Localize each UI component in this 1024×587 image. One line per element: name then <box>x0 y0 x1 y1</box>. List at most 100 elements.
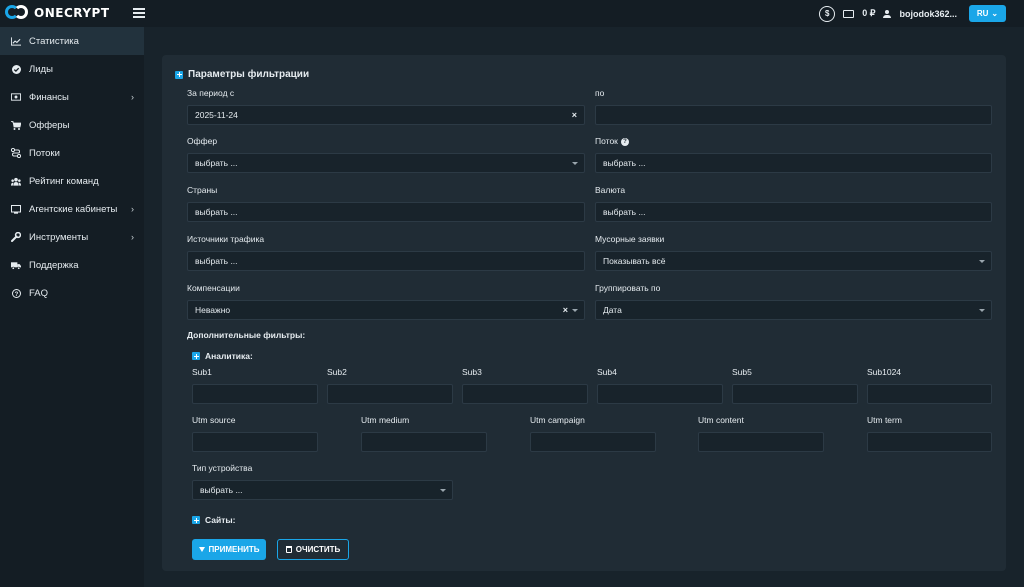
device-type-select[interactable]: выбрать ... <box>192 480 453 500</box>
utm-campaign-label: Utm campaign <box>530 415 585 425</box>
sources-select[interactable]: выбрать ... <box>187 251 585 271</box>
help-icon[interactable]: ? <box>620 137 629 146</box>
clear-button[interactable]: ОЧИСТИТЬ <box>277 539 349 560</box>
panel-title[interactable]: Параметры фильтрации <box>175 69 309 80</box>
sidebar-item-label: Офферы <box>29 119 70 131</box>
sub1024-input[interactable] <box>867 384 992 404</box>
chart-line-icon <box>11 36 21 46</box>
compensation-label: Компенсации <box>187 283 240 293</box>
route-icon <box>11 148 21 158</box>
stream-select[interactable]: выбрать ... <box>595 153 992 173</box>
logo[interactable]: ONECRYPT <box>5 5 110 21</box>
currency-value: выбрать ... <box>603 207 646 217</box>
sub5-input[interactable] <box>732 384 858 404</box>
sites-toggle[interactable]: Сайты: <box>192 515 235 525</box>
countries-select[interactable]: выбрать ... <box>187 202 585 222</box>
compensation-select[interactable]: Неважно × <box>187 300 585 320</box>
logo-text: ONECRYPT <box>34 6 110 20</box>
sidebar-item-finance[interactable]: Финансы › <box>0 83 144 111</box>
analytics-label: Аналитика: <box>205 351 253 361</box>
language-label: RU <box>976 9 989 18</box>
sidebar-item-label: Потоки <box>29 147 60 159</box>
group-by-select[interactable]: Дата <box>595 300 992 320</box>
sub4-label: Sub4 <box>597 367 617 377</box>
sidebar-item-tools[interactable]: Инструменты › <box>0 223 144 251</box>
apply-button[interactable]: ПРИМЕНИТЬ <box>192 539 266 560</box>
sub3-input[interactable] <box>462 384 588 404</box>
check-circle-icon <box>11 64 21 74</box>
chevron-right-icon: › <box>131 232 134 242</box>
truck-icon <box>11 260 21 270</box>
sub2-label: Sub2 <box>327 367 347 377</box>
trash-select[interactable]: Показывать всё <box>595 251 992 271</box>
analytics-toggle[interactable]: Аналитика: <box>192 351 253 361</box>
sidebar-item-faq[interactable]: ? FAQ <box>0 279 144 307</box>
sources-value: выбрать ... <box>195 256 238 266</box>
caret-down-icon <box>440 489 446 492</box>
sidebar-item-label: Рейтинг команд <box>29 175 99 187</box>
sidebar-item-support[interactable]: Поддержка <box>0 251 144 279</box>
balance: 0 ₽ <box>862 8 876 18</box>
sub3-label: Sub3 <box>462 367 482 377</box>
offer-select[interactable]: выбрать ... <box>187 153 585 173</box>
apply-label: ПРИМЕНИТЬ <box>208 545 260 554</box>
period-to-input[interactable] <box>595 105 992 125</box>
sidebar-item-label: Финансы <box>29 91 69 103</box>
sub5-label: Sub5 <box>732 367 752 377</box>
user-icon <box>883 9 892 18</box>
countries-label: Страны <box>187 185 218 195</box>
sub4-input[interactable] <box>597 384 723 404</box>
sidebar-item-label: Агентские кабинеты <box>29 203 118 215</box>
trash-value: Показывать всё <box>603 256 666 266</box>
extra-filters-label: Дополнительные фильтры: <box>187 330 306 340</box>
sidebar-item-label: FAQ <box>29 287 49 299</box>
sidebar-item-offers[interactable]: Офферы <box>0 111 144 139</box>
utm-content-input[interactable] <box>698 432 824 452</box>
utm-term-label: Utm term <box>867 415 902 425</box>
compensation-value: Неважно <box>195 305 231 315</box>
sidebar-item-team-rating[interactable]: Рейтинг команд <box>0 167 144 195</box>
caret-down-icon <box>572 309 578 312</box>
sidebar-item-label: Инструменты <box>29 231 89 243</box>
filter-icon <box>198 547 205 552</box>
period-from-label: За период с <box>187 88 235 98</box>
stream-label-text: Поток <box>595 136 618 146</box>
language-button[interactable]: RU ⌄ <box>969 5 1006 22</box>
clear-icon[interactable]: × <box>572 110 577 120</box>
period-from-value: 2025-11-24 <box>195 110 238 120</box>
currency-exchange-icon[interactable]: $ <box>819 5 836 22</box>
sidebar-item-leads[interactable]: Лиды <box>0 55 144 83</box>
expand-icon <box>192 352 200 360</box>
expand-icon <box>175 70 183 79</box>
money-icon <box>11 92 21 102</box>
svg-text:?: ? <box>14 291 18 297</box>
utm-source-input[interactable] <box>192 432 318 452</box>
chevron-right-icon: › <box>131 204 134 214</box>
sub2-input[interactable] <box>327 384 453 404</box>
sidebar-item-agency-cabinets[interactable]: Агентские кабинеты › <box>0 195 144 223</box>
logo-mark-icon <box>5 5 31 21</box>
wrench-icon <box>11 232 21 242</box>
expand-icon <box>192 516 200 524</box>
group-by-label: Группировать по <box>595 283 661 293</box>
clear-icon[interactable]: × <box>563 305 568 315</box>
period-to-label: по <box>595 88 605 98</box>
menu-toggle-icon[interactable] <box>133 8 145 18</box>
currency-select[interactable]: выбрать ... <box>595 202 992 222</box>
sidebar-item-label: Лиды <box>29 63 53 75</box>
caret-down-icon <box>979 309 985 312</box>
utm-term-input[interactable] <box>867 432 992 452</box>
sidebar-item-label: Поддержка <box>29 259 79 271</box>
caret-down-icon <box>979 260 985 263</box>
sidebar-item-statistics[interactable]: Статистика <box>0 27 144 55</box>
utm-campaign-input[interactable] <box>530 432 656 452</box>
offer-value: выбрать ... <box>195 158 238 168</box>
trash-label: Мусорные заявки <box>595 234 665 244</box>
period-from-input[interactable]: 2025-11-24 × <box>187 105 585 125</box>
sidebar-item-streams[interactable]: Потоки <box>0 139 144 167</box>
utm-medium-input[interactable] <box>361 432 487 452</box>
username[interactable]: bojodok362... <box>899 9 957 19</box>
sub1-input[interactable] <box>192 384 318 404</box>
sidebar: Статистика Лиды Финансы › Офферы Потоки … <box>0 27 144 587</box>
group-by-value: Дата <box>603 305 622 315</box>
